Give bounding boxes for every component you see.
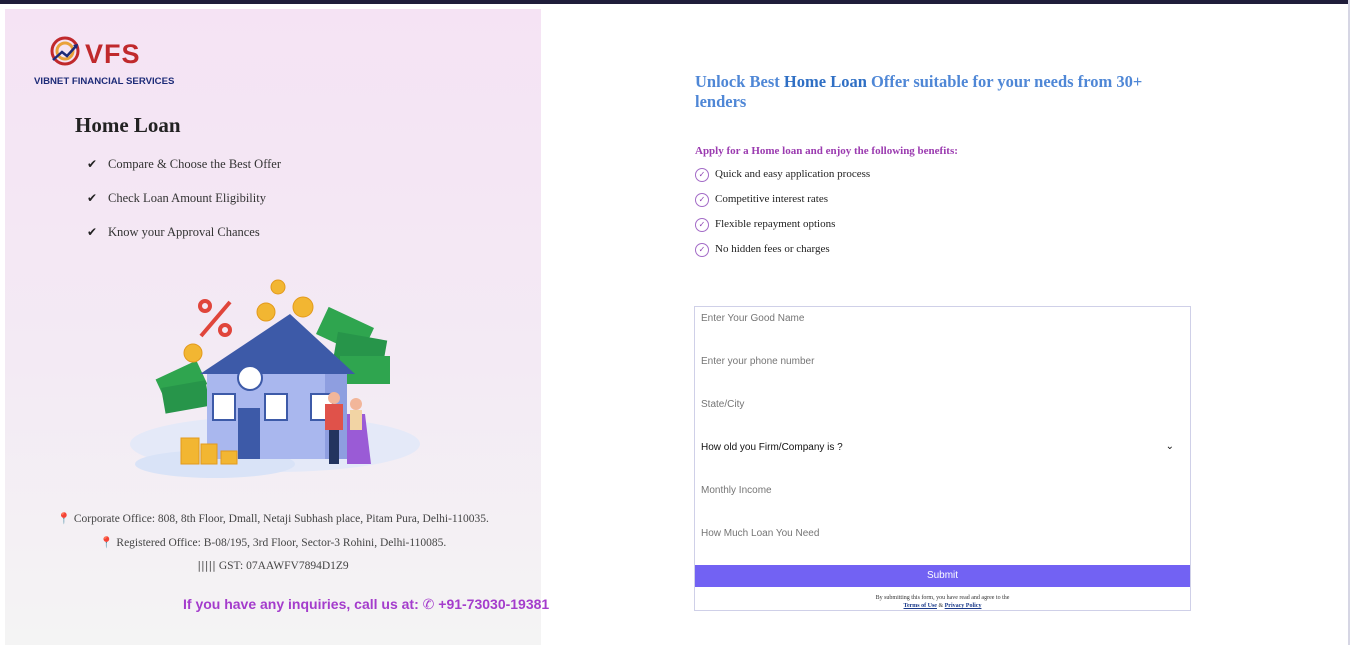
feature-label: Know your Approval Chances	[108, 225, 260, 239]
check-circle-icon: ✓	[695, 193, 709, 207]
benefit-label: Quick and easy application process	[715, 168, 871, 180]
check-circle-icon: ✓	[695, 168, 709, 182]
feature-label: Compare & Choose the Best Offer	[108, 157, 281, 171]
feature-label: Check Loan Amount Eligibility	[108, 191, 266, 205]
phone-icon: ✆	[422, 597, 435, 613]
check-circle-icon: ✓	[695, 243, 709, 257]
features-list: ✔ Compare & Choose the Best Offer ✔ Check …	[87, 157, 281, 259]
map-pin-icon: 📍	[57, 512, 71, 525]
check-icon: ✔	[87, 191, 98, 205]
terms-of-use-link[interactable]: Terms of Use	[904, 603, 937, 609]
top-bar	[0, 0, 1350, 4]
benefit-item: ✓ Competitive interest rates	[695, 193, 870, 218]
corporate-office-text: Corporate Office: 808, 8th Floor, Dmall,…	[73, 513, 489, 525]
company-age-select[interactable]: How old you Firm/Company is ? ⌄	[701, 441, 1176, 456]
company-name: VIBNET FINANCIAL SERVICES	[34, 76, 175, 87]
phone-input[interactable]	[701, 356, 1181, 367]
inquiry-line: If you have any inquiries, call us at: ✆…	[183, 596, 549, 613]
registered-office-text: Registered Office: B-08/195, 3rd Floor, …	[116, 537, 447, 549]
registered-office: 📍 Registered Office: B-08/195, 3rd Floor,…	[5, 536, 541, 549]
company-age-value: How old you Firm/Company is ?	[701, 442, 843, 453]
privacy-policy-link[interactable]: Privacy Policy	[945, 603, 982, 609]
benefit-item: ✓ No hidden fees or charges	[695, 243, 870, 268]
barcode-icon: |||||	[197, 559, 216, 572]
benefits-title: Apply for a Home loan and enjoy the foll…	[695, 145, 958, 157]
feature-item: ✔ Know your Approval Chances	[87, 225, 281, 259]
logo-text: VFS	[85, 39, 141, 69]
benefit-label: Flexible repayment options	[715, 218, 836, 230]
map-pin-icon: 📍	[99, 536, 114, 549]
benefit-item: ✓ Flexible repayment options	[695, 218, 870, 243]
left-panel: VFS VIBNET FINANCIAL SERVICES Home Loan …	[5, 9, 549, 645]
check-icon: ✔	[87, 225, 98, 239]
terms-text: By submitting this form, you have read a…	[875, 595, 1010, 601]
feature-item: ✔ Check Loan Amount Eligibility	[87, 191, 281, 225]
check-icon: ✔	[87, 157, 98, 171]
terms-note: By submitting this form, you have read a…	[695, 594, 1190, 610]
benefit-item: ✓ Quick and easy application process	[695, 168, 870, 193]
headline-prefix: Unlock Best	[695, 72, 784, 91]
gst-text: GST: 07AAWFV7894D1Z9	[218, 560, 349, 572]
phone-number[interactable]: +91-73030-19381	[438, 596, 549, 612]
benefit-label: Competitive interest rates	[715, 193, 829, 205]
feature-item: ✔ Compare & Choose the Best Offer	[87, 157, 281, 191]
headline: Unlock Best Home Loan Offer suitable for…	[695, 72, 1175, 112]
income-input[interactable]	[701, 485, 1181, 496]
gst-info: ||||| GST: 07AAWFV7894D1Z9	[5, 559, 541, 572]
city-input[interactable]	[701, 399, 1181, 410]
benefit-label: No hidden fees or charges	[715, 243, 830, 255]
headline-highlight: Home Loan	[783, 72, 867, 91]
loan-form: How old you Firm/Company is ? ⌄ Submit B…	[694, 306, 1191, 611]
submit-button[interactable]: Submit	[695, 565, 1190, 587]
terms-and: &	[936, 603, 945, 609]
page-title: Home Loan	[75, 113, 181, 137]
chevron-down-icon: ⌄	[1165, 441, 1174, 452]
corporate-office: 📍 Corporate Office: 808, 8th Floor, Dmall…	[5, 512, 541, 525]
check-circle-icon: ✓	[695, 218, 709, 232]
benefits-list: ✓ Quick and easy application process ✓ Com…	[695, 168, 870, 268]
home-loan-illustration	[130, 279, 420, 478]
name-input[interactable]	[701, 313, 1181, 324]
loan-amount-input[interactable]	[701, 528, 1181, 539]
inquiry-text: If you have any inquiries, call us at:	[183, 596, 419, 612]
